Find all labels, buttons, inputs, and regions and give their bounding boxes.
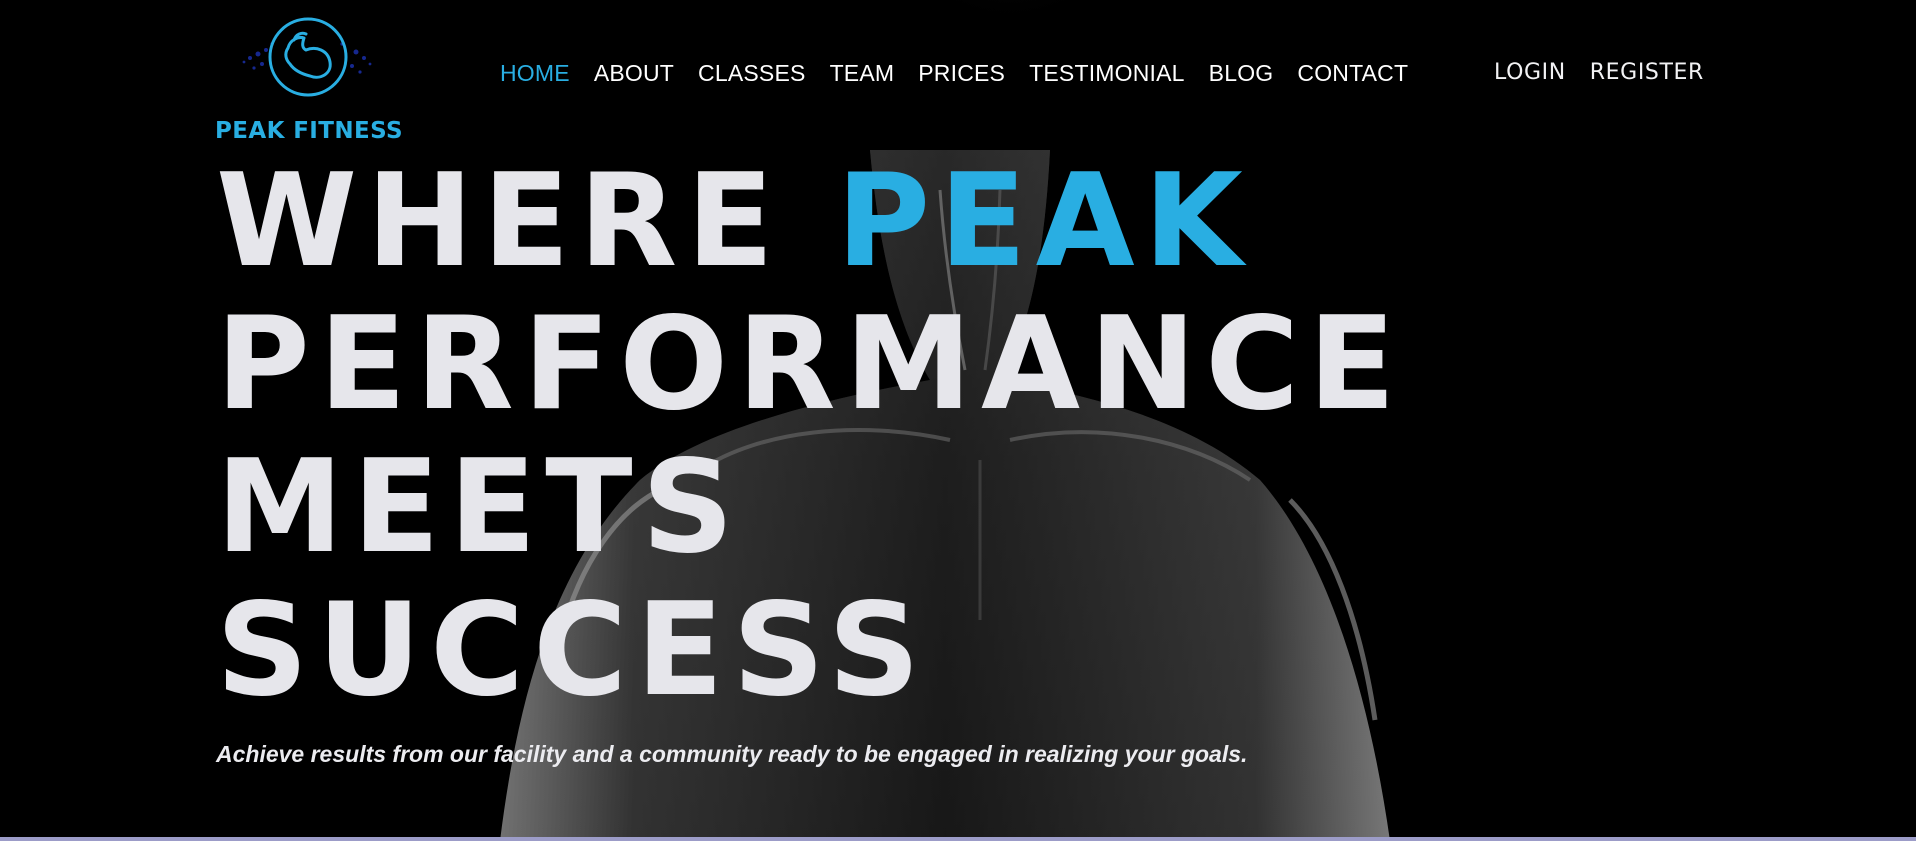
register-link[interactable]: REGISTER [1590,60,1704,85]
headline-line-4: SUCCESS [216,576,930,725]
auth-links: LOGIN REGISTER [1494,60,1728,85]
headline-line-1: WHERE PEAK [216,150,1405,293]
nav-item-testimonial[interactable]: TESTIMONIAL [1029,60,1185,87]
brand-logo[interactable]: PEAK FITNESS [212,14,403,144]
login-link[interactable]: LOGIN [1494,60,1566,85]
nav-item-home[interactable]: HOME [500,60,570,87]
nav-item-team[interactable]: TEAM [830,60,895,87]
hero-headline: WHERE PEAK PERFORMANCE MEETS SUCCESS [216,150,1405,722]
headline-line-3: MEETS [216,433,743,582]
hero-tagline: Achieve results from our facility and a … [216,741,1248,767]
headline-line-2: PERFORMANCE [216,290,1405,439]
nav-item-prices[interactable]: PRICES [918,60,1005,87]
nav-item-blog[interactable]: BLOG [1209,60,1274,87]
headline-word-where: WHERE [216,147,783,296]
main-nav: HOME ABOUT CLASSES TEAM PRICES TESTIMONI… [500,60,1432,87]
headline-accent-word: PEAK [836,147,1252,296]
nav-item-about[interactable]: ABOUT [594,60,674,87]
brand-name: PEAK FITNESS [215,118,404,144]
site-header: PEAK FITNESS HOME ABOUT CLASSES TEAM PRI… [0,0,1916,150]
flexed-bicep-icon [232,14,382,104]
nav-item-classes[interactable]: CLASSES [698,60,806,87]
bottom-divider [0,837,1916,841]
nav-item-contact[interactable]: CONTACT [1297,60,1408,87]
